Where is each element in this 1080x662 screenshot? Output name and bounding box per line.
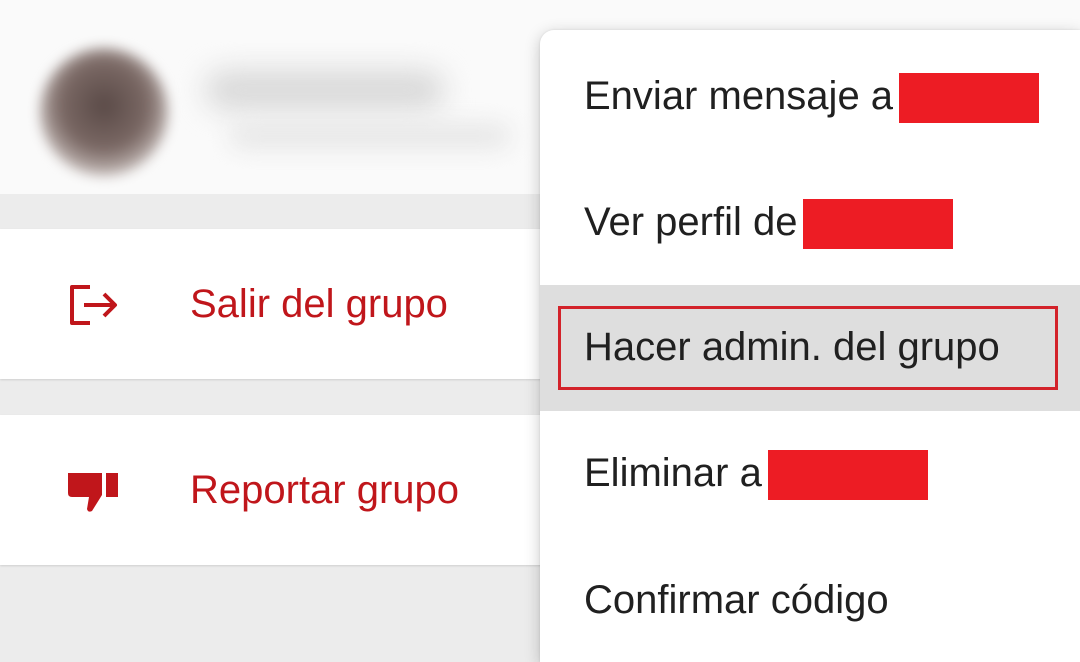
menu-item-send-message[interactable]: Enviar mensaje a [540,30,1080,156]
menu-item-remove-member[interactable]: Eliminar a [540,411,1080,537]
menu-item-label: Enviar mensaje a [584,74,894,118]
leave-group-label: Salir del grupo [190,282,448,326]
highlight-annotation [558,306,1058,390]
menu-item-label: Eliminar a [584,451,762,495]
redacted-name [899,73,1040,124]
report-group-button[interactable]: Reportar grupo [0,415,560,565]
menu-item-confirm-code[interactable]: Confirmar código [540,538,1080,662]
blurred-contact-name [205,70,445,110]
menu-item-label: Ver perfil de [584,200,798,244]
menu-item-view-profile[interactable]: Ver perfil de [540,158,1080,284]
exit-icon [70,285,117,325]
thumbs-down-icon [68,473,118,512]
blurred-contact-subtitle [230,125,510,147]
leave-group-button[interactable]: Salir del grupo [0,229,560,379]
redacted-name [803,199,954,250]
redacted-name [767,450,928,501]
report-group-label: Reportar grupo [190,468,460,512]
menu-item-label: Confirmar código [584,578,889,622]
avatar[interactable] [40,48,168,176]
